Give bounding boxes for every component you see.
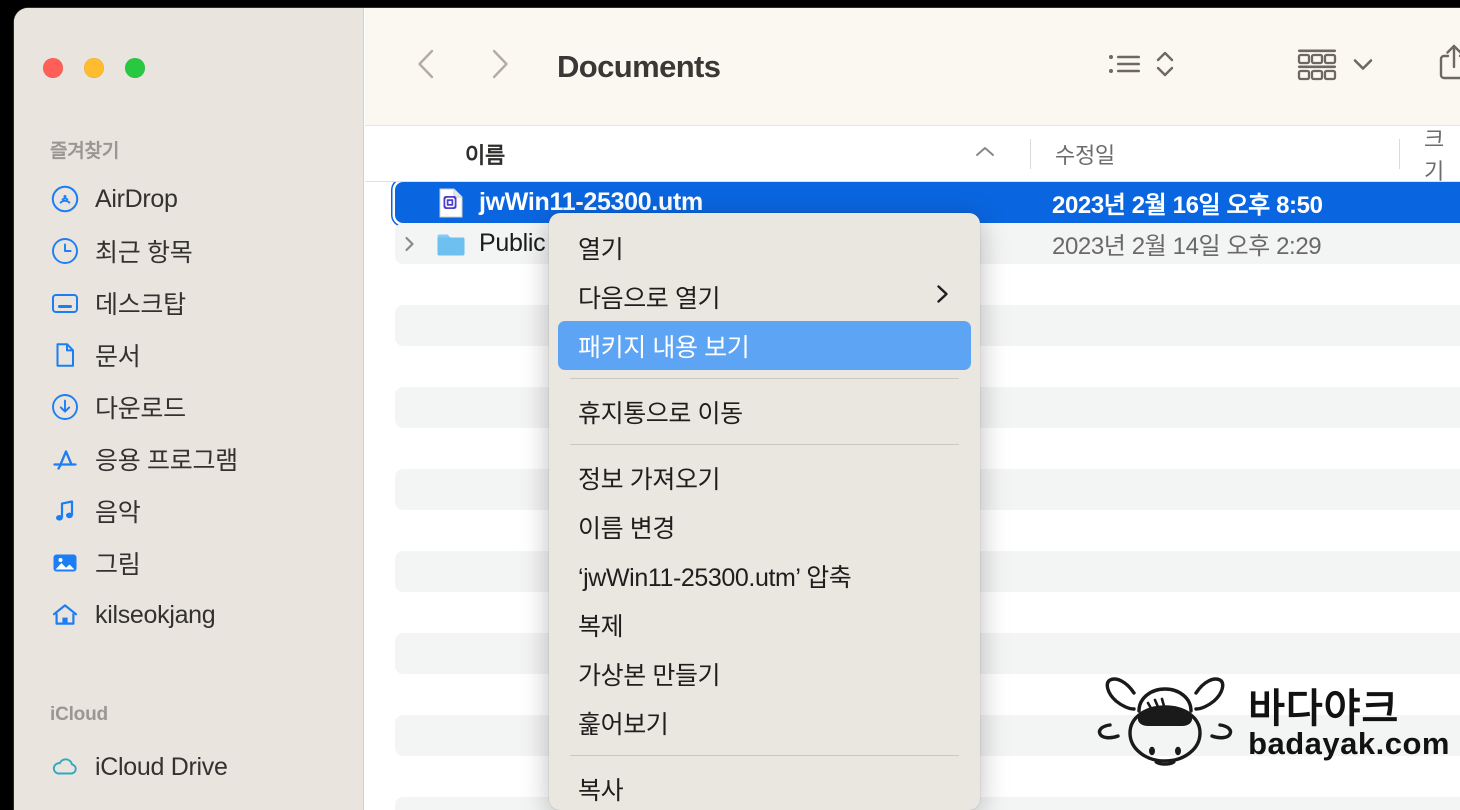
menu-item-label: 이름 변경: [578, 514, 675, 543]
menu-item-label: 다음으로 열기: [578, 284, 721, 313]
context-menu[interactable]: 열기 다음으로 열기 패키지 내용 보기 휴지통으로 이동 정보 가져오기 이름: [549, 213, 980, 810]
file-modified-cell: 2023년 2월 16일 오후 8:50: [1030, 185, 1460, 220]
sidebar-item-label: 그림: [95, 551, 141, 579]
disclosure-triangle-icon[interactable]: [397, 234, 423, 254]
menu-item-quick-look[interactable]: 훑어보기: [558, 698, 971, 747]
group-by-button[interactable]: [1296, 46, 1376, 87]
home-icon: [50, 600, 80, 630]
applications-icon: [50, 444, 80, 474]
menu-item-label: 복사: [578, 776, 624, 805]
column-header-label: 크기: [1424, 126, 1444, 184]
menu-item-move-to-trash[interactable]: 휴지통으로 이동: [558, 387, 971, 436]
finder-toolbar: Documents: [365, 8, 1460, 125]
sidebar-item-label: 문서: [95, 343, 141, 371]
share-icon: [1434, 42, 1460, 91]
sidebar-item-pictures[interactable]: 그림: [36, 537, 356, 589]
sidebar-item-music[interactable]: 음악: [36, 485, 356, 537]
list-view-icon: [1107, 49, 1143, 84]
finder-sidebar: 즐겨찾기 AirDrop 최근 항목 데스크탑 문서 다운로드 응용 프로그램 …: [14, 8, 364, 810]
sidebar-item-home[interactable]: kilseokjang: [36, 589, 356, 641]
sidebar-item-label: 음악: [95, 499, 141, 527]
sidebar-section-icloud-title: iCloud: [50, 704, 108, 725]
folder-icon: [435, 228, 467, 260]
menu-item-label: 가상본 만들기: [578, 661, 721, 690]
column-header-size[interactable]: 크기: [1400, 126, 1460, 184]
download-icon: [50, 392, 80, 422]
menu-item-label: 열기: [578, 235, 624, 264]
cloud-icon: [50, 752, 80, 782]
menu-item-rename[interactable]: 이름 변경: [558, 502, 971, 551]
menu-item-open[interactable]: 열기: [558, 223, 971, 272]
menu-item-label: 휴지통으로 이동: [578, 399, 743, 428]
close-button[interactable]: [43, 58, 63, 78]
column-header-name[interactable]: 이름: [365, 126, 1030, 181]
sidebar-item-label: 응용 프로그램: [95, 447, 238, 475]
zoom-button[interactable]: [125, 58, 145, 78]
sidebar-item-label: 데스크탑: [95, 291, 186, 319]
column-header-label: 이름: [465, 142, 505, 168]
file-modified-label: 2023년 2월 16일 오후 8:50: [1052, 192, 1323, 219]
sidebar-item-label: 최근 항목: [95, 239, 193, 267]
menu-item-show-package-contents[interactable]: 패키지 내용 보기: [558, 321, 971, 370]
menu-separator: [570, 378, 959, 379]
menu-item-get-info[interactable]: 정보 가져오기: [558, 453, 971, 502]
menu-item-open-with[interactable]: 다음으로 열기: [558, 272, 971, 321]
sidebar-favorites-list: AirDrop 최근 항목 데스크탑 문서 다운로드 응용 프로그램 음악 그림…: [36, 173, 356, 641]
sidebar-item-label: 다운로드: [95, 395, 186, 423]
column-header-label: 수정일: [1055, 142, 1115, 168]
file-modified-label: 2023년 2월 14일 오후 2:29: [1052, 233, 1322, 260]
chevron-up-down-icon: [1154, 47, 1176, 86]
sidebar-item-documents[interactable]: 문서: [36, 329, 356, 381]
menu-separator: [570, 755, 959, 756]
menu-item-label: 패키지 내용 보기: [578, 333, 750, 362]
menu-item-label: ‘jwWin11-25300.utm’ 압축: [578, 563, 852, 592]
sidebar-section-favorites-title: 즐겨찾기: [50, 141, 120, 162]
utm-file-icon: [435, 187, 467, 219]
finder-window: 즐겨찾기 AirDrop 최근 항목 데스크탑 문서 다운로드 응용 프로그램 …: [14, 8, 1460, 810]
page-title: Documents: [557, 48, 721, 84]
screenshot-root: 즐겨찾기 AirDrop 최근 항목 데스크탑 문서 다운로드 응용 프로그램 …: [0, 0, 1460, 810]
airdrop-icon: [50, 184, 80, 214]
sidebar-item-downloads[interactable]: 다운로드: [36, 381, 356, 433]
view-options-button[interactable]: [1107, 47, 1176, 86]
chevron-left-icon: [412, 47, 442, 86]
file-name-label: Public: [479, 229, 546, 257]
menu-item-copy[interactable]: 복사: [558, 764, 971, 810]
sidebar-item-recents[interactable]: 최근 항목: [36, 225, 356, 277]
menu-separator: [570, 444, 959, 445]
desktop-icon: [50, 288, 80, 318]
sidebar-icloud-list: iCloud Drive: [36, 741, 356, 793]
music-note-icon: [50, 496, 80, 526]
menu-item-compress[interactable]: ‘jwWin11-25300.utm’ 압축: [558, 551, 971, 600]
forward-button[interactable]: [473, 41, 525, 93]
menu-item-label: 훑어보기: [578, 710, 669, 739]
menu-item-label: 정보 가져오기: [578, 465, 721, 494]
sidebar-item-desktop[interactable]: 데스크탑: [36, 277, 356, 329]
window-traffic-lights: [43, 58, 145, 78]
sidebar-item-label: iCloud Drive: [95, 752, 228, 781]
back-button[interactable]: [401, 41, 453, 93]
chevron-up-icon: [974, 144, 996, 163]
chevron-down-icon: [1350, 54, 1376, 79]
file-modified-cell: 2023년 2월 14일 오후 2:29: [1030, 226, 1460, 261]
group-by-icon: [1296, 46, 1338, 87]
sidebar-item-label: AirDrop: [95, 184, 178, 213]
share-button[interactable]: [1434, 42, 1460, 91]
column-header-modified[interactable]: 수정일: [1031, 126, 1399, 181]
clock-icon: [50, 236, 80, 266]
pictures-icon: [50, 548, 80, 578]
sidebar-item-applications[interactable]: 응용 프로그램: [36, 433, 356, 485]
menu-item-make-alias[interactable]: 가상본 만들기: [558, 649, 971, 698]
chevron-right-icon: [933, 283, 951, 310]
menu-item-label: 복제: [578, 612, 624, 641]
document-icon: [50, 340, 80, 370]
sidebar-item-label: kilseokjang: [95, 600, 216, 629]
menu-item-duplicate[interactable]: 복제: [558, 600, 971, 649]
minimize-button[interactable]: [84, 58, 104, 78]
chevron-right-icon: [484, 47, 514, 86]
sidebar-item-airdrop[interactable]: AirDrop: [36, 173, 356, 225]
column-header-row: 이름 수정일 크기: [365, 125, 1460, 184]
toolbar-right-group: [1107, 42, 1460, 91]
sidebar-item-icloud-drive[interactable]: iCloud Drive: [36, 741, 356, 793]
